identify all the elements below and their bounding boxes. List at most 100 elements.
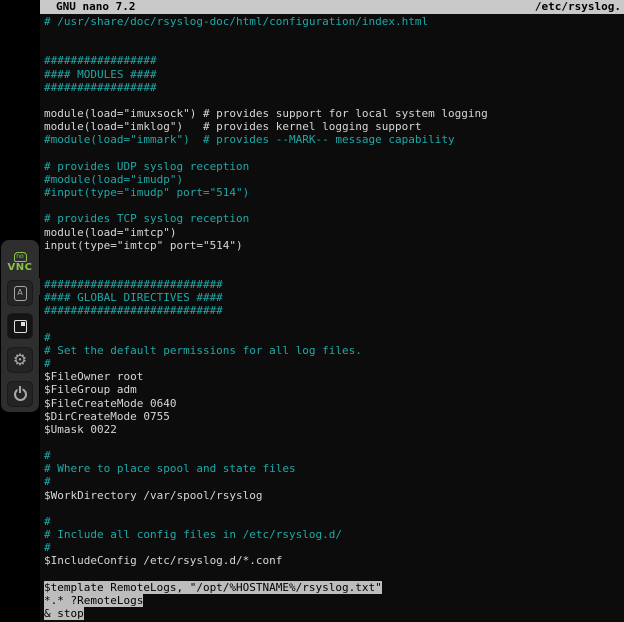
vnc-screen: no VNC A ⚙ GNU nano 7.2 /etc/rsyslog. #: [0, 0, 624, 622]
editor-line: #: [44, 449, 624, 462]
editor-line-text: $WorkDirectory /var/spool/rsyslog: [44, 489, 263, 502]
editor-line-text: $Umask 0022: [44, 423, 117, 436]
editor-line: #################: [44, 81, 624, 94]
editor-line: #### MODULES ####: [44, 68, 624, 81]
editor-content: # /usr/share/doc/rsyslog-doc/html/config…: [40, 14, 624, 620]
editor-line: *.* ?RemoteLogs: [44, 594, 624, 607]
clipboard-button[interactable]: A: [7, 280, 33, 306]
editor-line: #: [44, 541, 624, 554]
editor-line-text: & stop: [44, 607, 84, 620]
novnc-logo-text: VNC: [1, 263, 39, 273]
editor-line: #: [44, 357, 624, 370]
editor-line-text: # provides TCP syslog reception: [44, 212, 249, 225]
editor-line: [44, 147, 624, 160]
editor-line: # provides UDP syslog reception: [44, 160, 624, 173]
editor-line: module(load="imklog") # provides kernel …: [44, 120, 624, 133]
editor-line: #module(load="imudp"): [44, 173, 624, 186]
editor-line-text: #module(load="immark") # provides --MARK…: [44, 133, 455, 146]
editor-line-text: # Where to place spool and state files: [44, 462, 296, 475]
editor-line-text: module(load="imuxsock") # provides suppo…: [44, 107, 488, 120]
editor-line: $FileOwner root: [44, 370, 624, 383]
power-icon: [14, 388, 27, 401]
editor-line-text: $DirCreateMode 0755: [44, 410, 170, 423]
editor-line-text: #input(type="imudp" port="514"): [44, 186, 249, 199]
editor-line: $IncludeConfig /etc/rsyslog.d/*.conf: [44, 554, 624, 567]
editor-line: #: [44, 515, 624, 528]
editor-line: input(type="imtcp" port="514"): [44, 239, 624, 252]
clipboard-icon: A: [14, 286, 27, 301]
editor-line: $WorkDirectory /var/spool/rsyslog: [44, 489, 624, 502]
desktop-background: no VNC A ⚙: [0, 0, 40, 622]
editor-line-text: $FileGroup adm: [44, 383, 137, 396]
editor-line: [44, 199, 624, 212]
file-name: /etc/rsyslog.: [535, 0, 621, 14]
editor-line: $FileGroup adm: [44, 383, 624, 396]
editor-line: [44, 318, 624, 331]
editor-line: [44, 502, 624, 515]
editor-line-text: ###########################: [44, 304, 223, 317]
editor-line-text: $FileOwner root: [44, 370, 143, 383]
editor-line: #input(type="imudp" port="514"): [44, 186, 624, 199]
editor-line-text: $FileCreateMode 0640: [44, 397, 176, 410]
editor-line: # Set the default permissions for all lo…: [44, 344, 624, 357]
editor-line: ###########################: [44, 304, 624, 317]
editor-line: #### GLOBAL DIRECTIVES ####: [44, 291, 624, 304]
editor-line: # Where to place spool and state files: [44, 462, 624, 475]
editor-line: $FileCreateMode 0640: [44, 397, 624, 410]
editor-line: [44, 41, 624, 54]
settings-button[interactable]: ⚙: [7, 347, 33, 373]
editor-line-text: $template RemoteLogs, "/opt/%HOSTNAME%/r…: [44, 581, 382, 594]
editor-line-text: $IncludeConfig /etc/rsyslog.d/*.conf: [44, 554, 282, 567]
editor-line: [44, 28, 624, 41]
editor-line: [44, 436, 624, 449]
editor-line: #module(load="immark") # provides --MARK…: [44, 133, 624, 146]
disconnect-button[interactable]: [7, 381, 33, 407]
editor-line: ###########################: [44, 278, 624, 291]
editor-line: [44, 94, 624, 107]
editor-line-text: # /usr/share/doc/rsyslog-doc/html/config…: [44, 15, 428, 28]
editor-line: # provides TCP syslog reception: [44, 212, 624, 225]
editor-line: [44, 265, 624, 278]
editor-line-text: module(load="imklog") # provides kernel …: [44, 120, 422, 133]
editor-line: #: [44, 331, 624, 344]
fullscreen-button[interactable]: [7, 313, 33, 339]
editor-line-text: # Include all config files in /etc/rsysl…: [44, 528, 342, 541]
editor-line: # /usr/share/doc/rsyslog-doc/html/config…: [44, 15, 624, 28]
editor-line-text: #### GLOBAL DIRECTIVES ####: [44, 291, 223, 304]
editor-line: [44, 568, 624, 581]
editor-line-text: input(type="imtcp" port="514"): [44, 239, 243, 252]
editor-line: $DirCreateMode 0755: [44, 410, 624, 423]
nano-version: GNU nano 7.2: [56, 0, 135, 14]
editor-line-text: #: [44, 541, 51, 554]
editor-line-text: #: [44, 331, 51, 344]
editor-line: [44, 252, 624, 265]
editor-line-text: #: [44, 357, 51, 370]
editor-line: #: [44, 475, 624, 488]
editor-line: module(load="imuxsock") # provides suppo…: [44, 107, 624, 120]
editor-line-text: #: [44, 475, 51, 488]
novnc-mouse-icon: no: [14, 252, 27, 262]
editor-line: #################: [44, 54, 624, 67]
novnc-logo: no VNC: [1, 245, 39, 273]
editor-line: # Include all config files in /etc/rsysl…: [44, 528, 624, 541]
editor-line: module(load="imtcp"): [44, 226, 624, 239]
editor-line-text: # Set the default permissions for all lo…: [44, 344, 362, 357]
editor-line-text: #################: [44, 54, 157, 67]
editor-line-text: #: [44, 515, 51, 528]
editor-line-text: #: [44, 449, 51, 462]
editor-line-text: ###########################: [44, 278, 223, 291]
nano-editor[interactable]: GNU nano 7.2 /etc/rsyslog. # /usr/share/…: [40, 0, 624, 622]
editor-line: $template RemoteLogs, "/opt/%HOSTNAME%/r…: [44, 581, 624, 594]
editor-line: $Umask 0022: [44, 423, 624, 436]
editor-line-text: #### MODULES ####: [44, 68, 157, 81]
editor-line-text: module(load="imtcp"): [44, 226, 176, 239]
nano-title-bar: GNU nano 7.2 /etc/rsyslog.: [40, 0, 624, 14]
settings-gear-icon: ⚙: [13, 352, 27, 368]
editor-line-text: #################: [44, 81, 157, 94]
editor-line-text: # provides UDP syslog reception: [44, 160, 249, 173]
editor-line-text: *.* ?RemoteLogs: [44, 594, 143, 607]
editor-line: & stop: [44, 607, 624, 620]
novnc-control-bar: no VNC A ⚙: [1, 240, 39, 412]
editor-line-text: #module(load="imudp"): [44, 173, 183, 186]
fullscreen-icon: [14, 320, 27, 333]
